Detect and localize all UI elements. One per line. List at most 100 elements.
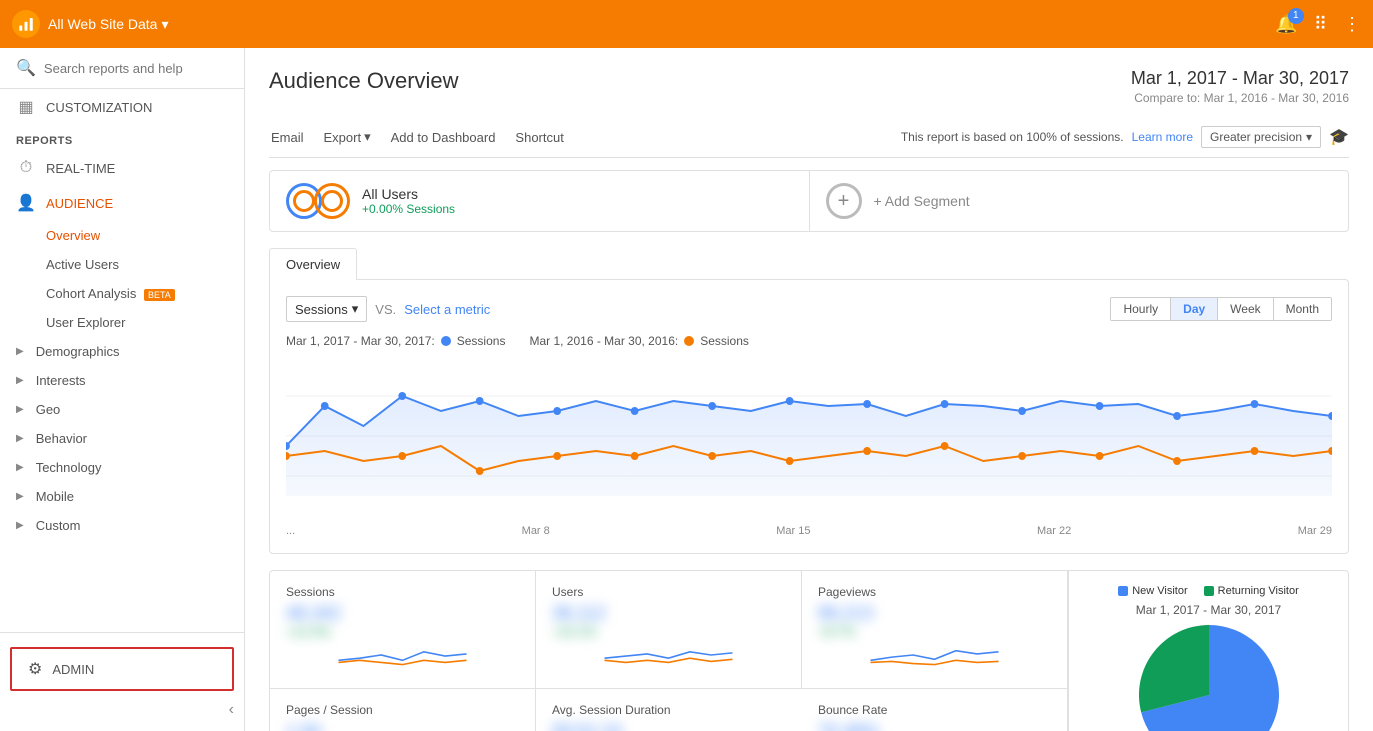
metric-users-change: +10.1% — [552, 624, 785, 639]
metric-pages-session-title: Pages / Session — [286, 703, 519, 717]
shortcut-button[interactable]: Shortcut — [513, 126, 565, 149]
metric-sessions-change: +12.4% — [286, 624, 519, 639]
expand-arrow-geo: ▶ — [16, 404, 24, 415]
date-range-main: Mar 1, 2017 - Mar 30, 2017 — [1131, 68, 1349, 89]
sidebar-item-behavior[interactable]: ▶ Behavior — [0, 424, 244, 453]
export-dropdown-arrow: ▾ — [364, 129, 371, 145]
legend-date-2016: Mar 1, 2016 - Mar 30, 2016: — [529, 334, 678, 348]
notification-badge: 1 — [1288, 8, 1304, 24]
pie-legend: New Visitor Returning Visitor — [1118, 585, 1299, 597]
admin-button[interactable]: ⚙ ADMIN — [10, 647, 234, 691]
tab-overview[interactable]: Overview — [269, 248, 357, 280]
metric-pageviews-value: 89,213 — [818, 603, 1051, 624]
behavior-label: Behavior — [36, 431, 87, 446]
reports-section-label: Reports — [0, 125, 244, 151]
vs-label: VS. — [375, 302, 396, 317]
legend-date-2017: Mar 1, 2017 - Mar 30, 2017: — [286, 334, 435, 348]
sidebar-item-geo[interactable]: ▶ Geo — [0, 395, 244, 424]
sidebar-item-demographics[interactable]: ▶ Demographics — [0, 337, 244, 366]
metric-users: Users 38,112 +10.1% — [536, 571, 802, 689]
segment-circle-inner — [293, 190, 315, 212]
expand-arrow-custom: ▶ — [16, 520, 24, 531]
sessions-info: This report is based on 100% of sessions… — [901, 130, 1124, 144]
metric-users-value: 38,112 — [552, 603, 785, 624]
admin-label: ADMIN — [52, 662, 94, 677]
legend-metric-2017: Sessions — [457, 334, 506, 348]
demographics-label: Demographics — [36, 344, 120, 359]
segment-circle-second — [314, 183, 350, 219]
sidebar-item-audience[interactable]: 👤 AUDIENCE — [0, 185, 244, 221]
sidebar-item-interests[interactable]: ▶ Interests — [0, 366, 244, 395]
compare-range: Mar 1, 2016 - Mar 30, 2016 — [1204, 91, 1349, 105]
mobile-label: Mobile — [36, 489, 74, 504]
metric-dropdown[interactable]: Sessions ▾ — [286, 296, 367, 322]
sidebar-item-customization[interactable]: ▦ CUSTOMIZATION — [0, 89, 244, 125]
technology-label: Technology — [36, 460, 102, 475]
main-layout: 🔍 ▦ CUSTOMIZATION Reports ⏱ REAL-TIME 👤 … — [0, 48, 1373, 731]
apps-grid-icon[interactable]: ⠿ — [1314, 14, 1327, 35]
app-logo — [12, 10, 40, 38]
search-icon: 🔍 — [16, 58, 36, 78]
legend-dot-orange — [684, 336, 694, 346]
custom-label: Custom — [36, 518, 81, 533]
add-dashboard-button[interactable]: Add to Dashboard — [389, 126, 498, 149]
sidebar-item-technology[interactable]: ▶ Technology — [0, 453, 244, 482]
sidebar-bottom: ⚙ ADMIN ‹ — [0, 632, 244, 731]
x-label-mar29: Mar 29 — [1298, 525, 1332, 537]
legend-dot-blue — [441, 336, 451, 346]
metric-avg-session-title: Avg. Session Duration — [552, 703, 786, 717]
pie-chart-container: New Visitor Returning Visitor Mar 1, 201… — [1068, 571, 1348, 731]
topbar: All Web Site Data ▾ 🔔 1 ⠿ ⋮ — [0, 0, 1373, 48]
collapse-sidebar-button[interactable]: ‹ — [0, 697, 244, 723]
metric-pages-session-value: 1.84 — [286, 721, 519, 731]
select-metric[interactable]: Select a metric — [404, 302, 490, 317]
tab-day[interactable]: Day — [1171, 298, 1218, 320]
line-chart: ... Mar 8 Mar 15 Mar 22 Mar 29 — [286, 356, 1332, 537]
realtime-label: REAL-TIME — [46, 161, 115, 176]
segment-bar: All Users +0.00% Sessions + + Add Segmen… — [269, 170, 1349, 232]
metric-pages-session: Pages / Session 1.84 -1.2% — [270, 689, 536, 731]
x-label-start: ... — [286, 525, 295, 537]
precision-label: Greater precision — [1210, 130, 1302, 144]
chart-area: Sessions ▾ VS. Select a metric Hourly Da… — [269, 279, 1349, 554]
metric-bounce-rate-title: Bounce Rate — [818, 703, 1051, 717]
help-icon[interactable]: 🎓 — [1329, 127, 1349, 147]
precision-dropdown-arrow: ▾ — [1306, 130, 1312, 144]
metric-users-title: Users — [552, 585, 785, 599]
sidebar-item-mobile[interactable]: ▶ Mobile — [0, 482, 244, 511]
learn-more-link[interactable]: Learn more — [1132, 130, 1193, 144]
segment-add[interactable]: + + Add Segment — [810, 171, 1349, 231]
segment-name: All Users — [362, 186, 455, 202]
sidebar-sub-user-explorer[interactable]: User Explorer — [0, 308, 244, 337]
topbar-right: 🔔 1 ⠿ ⋮ — [1275, 14, 1361, 35]
tab-week[interactable]: Week — [1218, 298, 1273, 320]
tab-hourly[interactable]: Hourly — [1111, 298, 1171, 320]
metric-sessions-value: 48,342 — [286, 603, 519, 624]
tab-month[interactable]: Month — [1274, 298, 1331, 320]
site-dropdown-arrow[interactable]: ▾ — [161, 16, 168, 33]
pie-legend-new-visitor: New Visitor — [1118, 585, 1187, 597]
metric-pageviews-chart — [818, 639, 1051, 671]
chart-x-labels: ... Mar 8 Mar 15 Mar 22 Mar 29 — [286, 521, 1332, 537]
sidebar-item-custom[interactable]: ▶ Custom — [0, 511, 244, 540]
sidebar-sub-active-users[interactable]: Active Users — [0, 250, 244, 279]
export-button[interactable]: Export ▾ — [322, 125, 373, 149]
search-input[interactable] — [44, 61, 228, 76]
notification-bell[interactable]: 🔔 1 — [1275, 14, 1297, 35]
more-options-icon[interactable]: ⋮ — [1343, 14, 1361, 35]
expand-arrow-technology: ▶ — [16, 462, 24, 473]
sidebar: 🔍 ▦ CUSTOMIZATION Reports ⏱ REAL-TIME 👤 … — [0, 48, 245, 731]
toolbar: Email Export ▾ Add to Dashboard Shortcut… — [269, 117, 1349, 158]
add-segment-circle: + — [826, 183, 862, 219]
metric-users-chart — [552, 639, 785, 671]
sidebar-item-realtime[interactable]: ⏱ REAL-TIME — [0, 151, 244, 185]
new-visitor-dot — [1118, 586, 1128, 596]
sidebar-sub-overview[interactable]: Overview — [0, 221, 244, 250]
sidebar-search-bar[interactable]: 🔍 — [0, 48, 244, 89]
sidebar-sub-cohort[interactable]: Cohort Analysis BETA — [0, 279, 244, 308]
precision-dropdown[interactable]: Greater precision ▾ — [1201, 126, 1321, 148]
metric-avg-session: Avg. Session Duration 00:01:24 +2.3% — [536, 689, 802, 731]
site-selector[interactable]: All Web Site Data ▾ — [48, 16, 169, 33]
segment-all-users[interactable]: All Users +0.00% Sessions — [270, 171, 810, 231]
email-button[interactable]: Email — [269, 126, 306, 149]
